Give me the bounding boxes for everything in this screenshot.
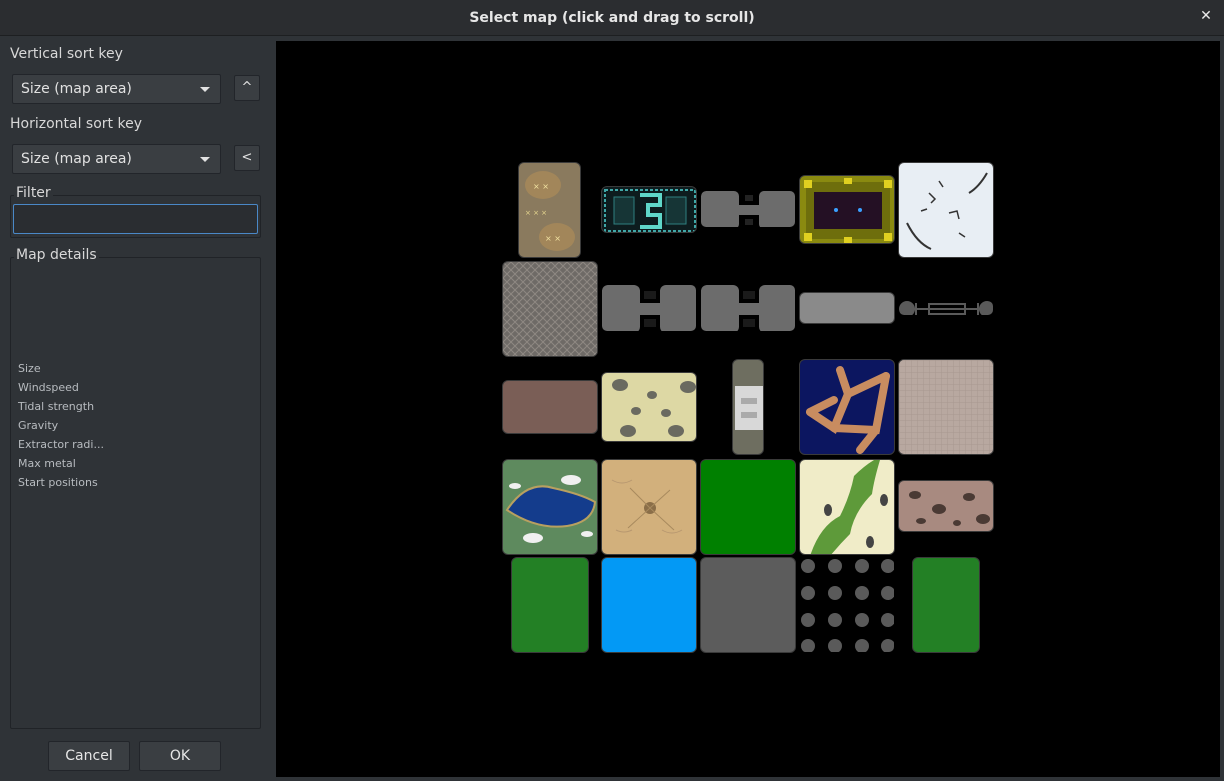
title-bar: Select map (click and drag to scroll) ✕	[0, 0, 1224, 36]
map-thumbnail	[611, 479, 683, 534]
map-details-group: Map details Size Windspeed Tidal strengt…	[10, 247, 261, 729]
map-tile-white-ice[interactable]	[898, 162, 994, 258]
map-tile-dots[interactable]	[799, 557, 895, 653]
map-thumbnail	[810, 460, 888, 554]
map-thumbnail	[801, 559, 894, 652]
map-thumbnail	[804, 178, 892, 243]
map-thumbnail	[899, 360, 993, 454]
map-tile-beige-grid[interactable]	[898, 359, 994, 455]
close-icon[interactable]: ✕	[1198, 8, 1214, 26]
map-tile-teal-circuit[interactable]	[601, 186, 697, 233]
detail-tidal-strength-label: Tidal strength	[18, 400, 95, 413]
filter-label: Filter	[14, 185, 53, 201]
map-thumbnail	[906, 172, 988, 250]
detail-max-metal-label: Max metal	[18, 457, 76, 470]
detail-windspeed-label: Windspeed	[18, 381, 79, 394]
map-tile-grey-bridge-b[interactable]	[601, 284, 697, 332]
svg-text:× × ×: × × ×	[525, 209, 547, 217]
filter-input[interactable]	[13, 204, 258, 234]
map-tile-grey-axle[interactable]	[898, 300, 994, 316]
chevron-down-icon	[200, 157, 210, 162]
map-thumbnail	[612, 379, 696, 437]
ok-button[interactable]: OK	[139, 741, 221, 771]
detail-size-label: Size	[18, 362, 41, 375]
map-tile-desert-green[interactable]	[799, 459, 895, 555]
map-thumbnail	[909, 491, 990, 526]
map-thumbnail	[735, 386, 763, 430]
sidebar: Vertical sort key Size (map area) ^ Hori…	[0, 37, 272, 781]
map-thumbnail	[503, 262, 597, 356]
filter-group: Filter	[10, 185, 261, 238]
map-tile-navy-star[interactable]	[799, 359, 895, 455]
map-tile-grey-square[interactable]	[700, 557, 796, 653]
detail-gravity-label: Gravity	[18, 419, 59, 432]
map-tile-grey-bridge-c[interactable]	[700, 284, 796, 332]
map-tile-narrow-lane[interactable]	[732, 359, 764, 455]
map-details-label: Map details	[14, 247, 99, 263]
map-tile-grey-bridge-a[interactable]	[700, 190, 796, 228]
detail-start-positions-label: Start positions	[18, 476, 98, 489]
horizontal-sort-label: Horizontal sort key	[10, 116, 142, 132]
map-thumbnail	[505, 475, 597, 543]
map-thumbnail	[806, 366, 890, 454]
horizontal-sort-select[interactable]: Size (map area)	[12, 144, 221, 174]
horizontal-sort-value: Size (map area)	[21, 151, 132, 167]
map-thumbnail	[701, 191, 795, 227]
vertical-sort-select[interactable]: Size (map area)	[12, 74, 221, 104]
map-thumbnail	[602, 285, 696, 331]
map-tile-yellow-fortress[interactable]	[799, 175, 895, 244]
svg-text:× ×: × ×	[545, 234, 561, 243]
map-tile-dunes[interactable]	[601, 459, 697, 555]
map-tile-sand-crosses[interactable]: × × × × × × ×	[518, 162, 581, 258]
map-tile-green-square[interactable]	[700, 459, 796, 555]
vertical-sort-value: Size (map area)	[21, 81, 132, 97]
window-title: Select map (click and drag to scroll)	[469, 9, 755, 26]
map-tile-green-a[interactable]	[511, 557, 589, 653]
map-thumbnail	[701, 285, 795, 331]
map-thumbnail	[899, 301, 993, 315]
detail-extractor-radius-label: Extractor radi...	[18, 438, 104, 451]
map-tile-rocky-pink[interactable]	[898, 480, 994, 532]
map-tile-brown-flat[interactable]	[502, 380, 598, 434]
horizontal-sort-direction-button[interactable]: <	[234, 145, 260, 171]
map-tile-lake[interactable]	[502, 459, 598, 555]
map-tile-grey-mesh[interactable]	[502, 261, 598, 357]
svg-text:× ×: × ×	[533, 182, 549, 191]
map-thumbnail	[604, 189, 696, 232]
map-tile-green-b[interactable]	[912, 557, 980, 653]
map-tile-blue[interactable]	[601, 557, 697, 653]
cancel-button[interactable]: Cancel	[48, 741, 130, 771]
map-preview-area[interactable]: × × × × × × ×	[276, 41, 1220, 777]
vertical-sort-label: Vertical sort key	[10, 46, 123, 62]
vertical-sort-direction-button[interactable]: ^	[234, 75, 260, 101]
map-thumbnail: × × × × × × ×	[525, 171, 575, 251]
map-tile-grey-flat[interactable]	[799, 292, 895, 324]
chevron-down-icon	[200, 87, 210, 92]
map-tile-yellow-craters[interactable]	[601, 372, 697, 442]
